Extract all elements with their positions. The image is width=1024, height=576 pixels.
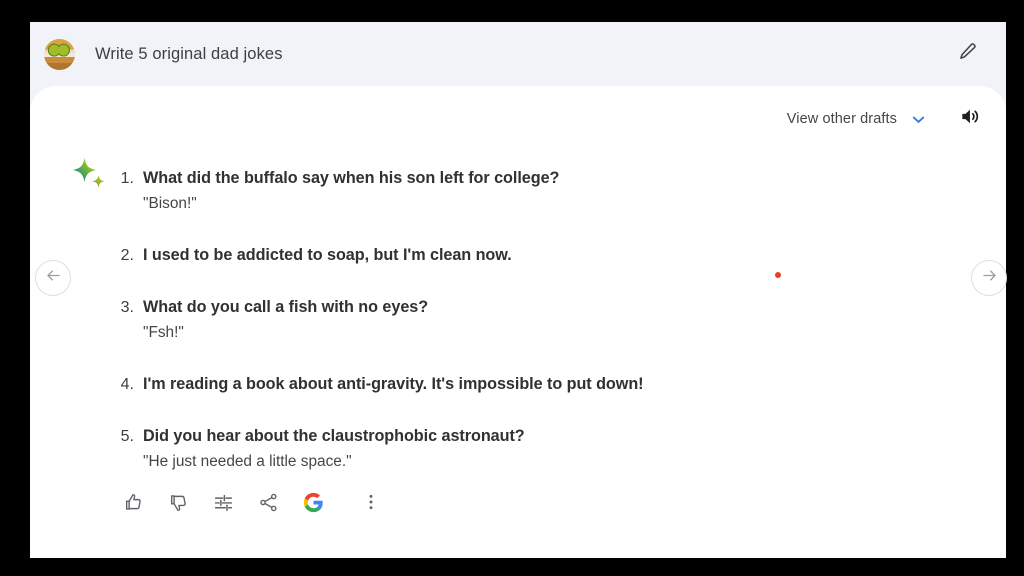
tune-icon bbox=[213, 492, 234, 518]
list-item-body: I used to be addicted to soap, but I'm c… bbox=[143, 243, 512, 268]
thumb-up-icon bbox=[123, 492, 144, 518]
list-item: 1. What did the buffalo say when his son… bbox=[108, 166, 908, 216]
listen-button[interactable] bbox=[956, 105, 984, 133]
list-item-number: 3. bbox=[120, 299, 134, 316]
list-item-body: I'm reading a book about anti-gravity. I… bbox=[143, 372, 644, 397]
view-other-drafts-button[interactable]: View other drafts bbox=[787, 102, 928, 136]
arrow-right-icon bbox=[980, 266, 999, 290]
thumb-down-button[interactable] bbox=[163, 489, 194, 520]
list-item-body: Did you hear about the claustrophobic as… bbox=[143, 424, 525, 474]
chevron-down-icon bbox=[909, 110, 928, 129]
response-panel: View other drafts 1. What did the buffal… bbox=[30, 86, 1006, 558]
share-icon bbox=[258, 492, 279, 518]
more-options-button[interactable] bbox=[355, 489, 386, 520]
list-item-body: What do you call a fish with no eyes? "F… bbox=[143, 295, 428, 345]
list-item-number: 4. bbox=[120, 376, 134, 393]
thumb-up-button[interactable] bbox=[118, 489, 149, 520]
list-item: 5. Did you hear about the claustrophobic… bbox=[108, 424, 908, 474]
google-logo-icon bbox=[303, 492, 324, 518]
next-response-button[interactable] bbox=[971, 260, 1007, 296]
list-item: 3. What do you call a fish with no eyes?… bbox=[108, 295, 908, 345]
joke-setup: Did you hear about the claustrophobic as… bbox=[143, 427, 525, 445]
list-item-body: What did the buffalo say when his son le… bbox=[143, 166, 559, 216]
list-item: 4. I'm reading a book about anti-gravity… bbox=[108, 372, 908, 397]
joke-setup: I'm reading a book about anti-gravity. I… bbox=[143, 375, 644, 393]
pencil-edit-icon bbox=[957, 41, 978, 67]
joke-punchline: "Fsh!" bbox=[143, 324, 184, 341]
share-button[interactable] bbox=[253, 489, 284, 520]
jokes-list: 1. What did the buffalo say when his son… bbox=[108, 166, 908, 474]
cursor-indicator-dot bbox=[775, 272, 781, 278]
response-actions-toolbar bbox=[118, 489, 386, 520]
prompt-header: Write 5 original dad jokes bbox=[30, 22, 1006, 86]
google-it-button[interactable] bbox=[298, 489, 329, 520]
device-frame: Write 5 original dad jokes View other dr… bbox=[0, 0, 1024, 576]
bard-sparkle-icon bbox=[70, 156, 112, 198]
avatar bbox=[44, 38, 75, 70]
more-vert-icon bbox=[361, 492, 381, 517]
conversation-card: Write 5 original dad jokes View other dr… bbox=[30, 22, 1006, 558]
edit-prompt-button[interactable] bbox=[950, 37, 984, 71]
list-item-number: 5. bbox=[120, 428, 134, 445]
list-item-number: 2. bbox=[120, 247, 134, 264]
joke-setup: What do you call a fish with no eyes? bbox=[143, 298, 429, 316]
joke-punchline: "He just needed a little space." bbox=[143, 453, 352, 470]
arrow-left-icon bbox=[44, 266, 63, 290]
previous-response-button[interactable] bbox=[35, 260, 71, 296]
screen-root: Write 5 original dad jokes View other dr… bbox=[0, 0, 1024, 576]
modify-response-button[interactable] bbox=[208, 489, 239, 520]
speaker-volume-icon bbox=[959, 105, 982, 133]
view-other-drafts-label: View other drafts bbox=[786, 111, 897, 127]
prompt-text: Write 5 original dad jokes bbox=[95, 44, 283, 63]
joke-setup: I used to be addicted to soap, but I'm c… bbox=[143, 246, 512, 264]
list-item-number: 1. bbox=[120, 170, 134, 187]
thumb-down-icon bbox=[168, 492, 189, 518]
list-item: 2. I used to be addicted to soap, but I'… bbox=[108, 243, 908, 268]
drafts-row: View other drafts bbox=[787, 102, 984, 136]
joke-punchline: "Bison!" bbox=[143, 195, 197, 212]
joke-setup: What did the buffalo say when his son le… bbox=[143, 169, 560, 187]
